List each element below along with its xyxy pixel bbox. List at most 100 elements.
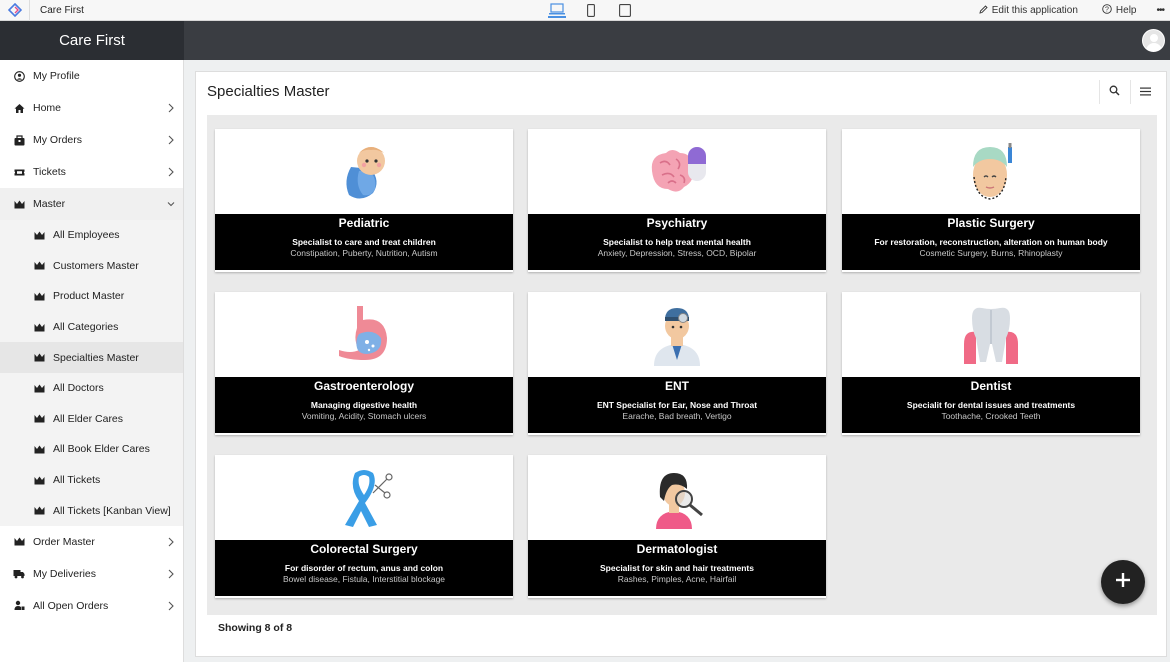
edit-application-link[interactable]: Edit this application: [969, 4, 1088, 17]
specialty-name: Dentist: [970, 379, 1012, 393]
sidebar-item-label: Product Master: [53, 290, 125, 303]
search-icon: [1109, 83, 1120, 101]
sidebar-item-my-profile[interactable]: My Profile: [0, 60, 183, 92]
search-button[interactable]: [1099, 80, 1129, 104]
specialty-conditions: Cosmetic Surgery, Burns, Rhinoplasty: [919, 248, 1063, 258]
sidebar-item-all-categories[interactable]: All Categories: [0, 312, 183, 343]
home-icon: [13, 102, 25, 114]
truck-icon: [13, 568, 25, 580]
device-switcher: [548, 2, 634, 18]
sidebar-item-all-doctors[interactable]: All Doctors: [0, 373, 183, 404]
brain-icon: [528, 129, 826, 214]
sidebar-item-my-deliveries[interactable]: My Deliveries: [0, 558, 183, 590]
app-topbar: Care First Edit this application ? Help …: [0, 0, 1170, 21]
sidebar-item-label: Master: [33, 198, 66, 210]
specialty-description: Specialit for dental issues and treatmen…: [906, 400, 1076, 410]
sidebar-item-label: Order Master: [33, 535, 95, 548]
sidebar-item-tickets[interactable]: Tickets: [0, 156, 183, 188]
sidebar-item-all-elder-cares[interactable]: All Elder Cares: [0, 404, 183, 435]
hamburger-menu-icon: [1140, 83, 1151, 101]
sidebar-item-label: Home: [33, 102, 62, 114]
sidebar-item-product-master[interactable]: Product Master: [0, 281, 183, 312]
menu-button[interactable]: [1130, 80, 1160, 104]
sidebar-item-label: My Orders: [33, 134, 83, 146]
sidebar-item-label: All Open Orders: [33, 599, 109, 612]
specialty-description: Managing digestive health: [310, 400, 418, 410]
specialty-name: ENT: [665, 379, 689, 393]
plus-icon: [1116, 572, 1130, 592]
app-header: [184, 21, 1170, 60]
specialty-name: Colorectal Surgery: [310, 542, 418, 556]
specialty-card-plastic-surgery[interactable]: Plastic Surgery For restoration, reconst…: [842, 129, 1140, 272]
specialty-name: Plastic Surgery: [947, 216, 1035, 230]
specialty-card-ent[interactable]: ENT ENT Specialist for Ear, Nose and Thr…: [528, 292, 826, 435]
crown-icon: [33, 352, 45, 364]
crown-icon: [33, 474, 45, 486]
ent-doctor-icon: [528, 292, 826, 377]
sidebar-item-all-tickets[interactable]: All Tickets: [0, 465, 183, 496]
face-surgery-icon: [842, 129, 1140, 214]
specialty-description: ENT Specialist for Ear, Nose and Throat: [596, 400, 758, 410]
specialty-card-gastroenterology[interactable]: Gastroenterology Managing digestive heal…: [215, 292, 513, 435]
specialty-conditions: Earache, Bad breath, Vertigo: [622, 411, 732, 421]
specialty-name: Dermatologist: [636, 542, 718, 556]
main-panel: Specialties Master Pediatric Specialist …: [195, 71, 1167, 657]
sidebar-item-master[interactable]: Master: [0, 188, 183, 220]
sidebar-item-label: My Profile: [33, 70, 80, 82]
crown-icon: [33, 505, 45, 517]
specialty-conditions: Bowel disease, Fistula, Interstitial blo…: [282, 574, 446, 584]
sidebar-item-order-master[interactable]: Order Master: [0, 526, 183, 558]
app-logo-icon[interactable]: [0, 0, 30, 21]
specialty-description: For disorder of rectum, anus and colon: [284, 563, 444, 573]
crown-icon: [33, 229, 45, 241]
chevron-right-icon: [166, 166, 176, 178]
tooth-icon: [842, 292, 1140, 377]
avatar[interactable]: [1142, 29, 1165, 52]
specialty-card-dentist[interactable]: Dentist Specialit for dental issues and …: [842, 292, 1140, 435]
sidebar-item-home[interactable]: Home: [0, 92, 183, 124]
sidebar-item-label: All Tickets [Kanban View]: [53, 504, 171, 517]
chevron-right-icon: [166, 600, 176, 612]
brand-title: Care First: [0, 21, 184, 60]
sidebar-item-all-open-orders[interactable]: All Open Orders: [0, 590, 183, 622]
tablet-view-icon[interactable]: [616, 2, 634, 18]
specialty-conditions: Constipation, Puberty, Nutrition, Autism: [290, 248, 438, 258]
crown-icon: [13, 536, 25, 548]
specialty-card-pediatric[interactable]: Pediatric Specialist to care and treat c…: [215, 129, 513, 272]
sidebar-item-all-book-elder-cares[interactable]: All Book Elder Cares: [0, 434, 183, 465]
help-link[interactable]: ? Help: [1092, 4, 1147, 17]
user-circle-icon: [13, 70, 25, 82]
crown-icon: [33, 443, 45, 455]
specialty-description: Specialist to care and treat children: [292, 237, 436, 247]
sidebar-item-specialties-master[interactable]: Specialties Master: [0, 342, 183, 373]
sidebar-item-label: All Doctors: [53, 382, 104, 395]
sidebar-item-label: All Book Elder Cares: [53, 443, 150, 456]
sidebar-item-label: All Employees: [53, 229, 120, 242]
specialty-card-colorectal-surgery[interactable]: Colorectal Surgery For disorder of rectu…: [215, 455, 513, 598]
more-menu-icon[interactable]: •••: [1150, 5, 1170, 16]
page-title: Specialties Master: [207, 83, 330, 100]
specialty-description: For restoration, reconstruction, alterat…: [874, 237, 1108, 247]
sidebar-item-my-orders[interactable]: My Orders: [0, 124, 183, 156]
specialty-conditions: Toothache, Crooked Teeth: [941, 411, 1041, 421]
crown-icon: [33, 290, 45, 302]
sidebar-item-customers-master[interactable]: Customers Master: [0, 251, 183, 282]
sidebar-item-all-employees[interactable]: All Employees: [0, 220, 183, 251]
svg-text:?: ?: [1105, 7, 1109, 14]
specialty-card-psychiatry[interactable]: Psychiatry Specialist to help treat ment…: [528, 129, 826, 272]
help-label: Help: [1115, 5, 1137, 16]
specialty-card-dermatologist[interactable]: Dermatologist Specialist for skin and ha…: [528, 455, 826, 598]
desktop-view-icon[interactable]: [548, 2, 566, 18]
mobile-view-icon[interactable]: [582, 2, 600, 18]
sidebar-item-label: All Tickets: [53, 474, 101, 487]
baby-icon: [215, 129, 513, 214]
sidebar-item-label: All Elder Cares: [53, 412, 124, 425]
specialty-name: Gastroenterology: [313, 379, 415, 393]
crown-icon: [13, 198, 25, 210]
add-button[interactable]: [1101, 560, 1145, 604]
specialty-conditions: Anxiety, Depression, Stress, OCD, Bipola…: [597, 248, 757, 258]
specialty-description: Specialist for skin and hair treatments: [600, 563, 754, 573]
specialty-conditions: Vomiting, Acidity, Stomach ulcers: [301, 411, 427, 421]
crown-icon: [33, 321, 45, 333]
sidebar-item-all-tickets-kanban[interactable]: All Tickets [Kanban View]: [0, 495, 183, 526]
